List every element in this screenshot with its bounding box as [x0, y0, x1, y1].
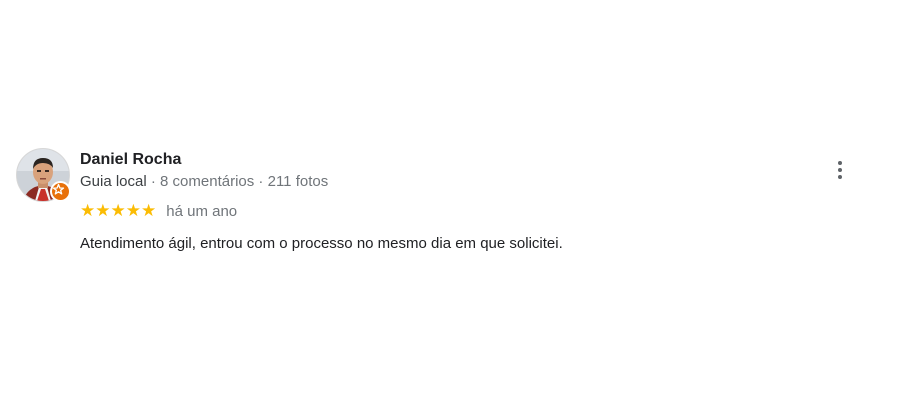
- review-text: Atendimento ágil, entrou com o processo …: [80, 235, 563, 252]
- author-meta[interactable]: Guia local · 8 comentários · 211 fotos: [80, 172, 328, 192]
- photos-count: 211 fotos: [267, 173, 329, 190]
- star-icon: ★: [95, 201, 111, 221]
- star-rating: ★★★★★: [80, 202, 156, 221]
- reviews-count: 8 comentários: [160, 173, 255, 190]
- local-guide-star-icon: [50, 181, 71, 202]
- meta-separator: ·: [254, 173, 268, 190]
- star-icon: ★: [80, 201, 96, 221]
- more-options-button[interactable]: [828, 158, 852, 182]
- star-icon: ★: [110, 201, 126, 221]
- meta-separator: ·: [146, 173, 161, 190]
- local-guide-label: Guia local: [80, 173, 147, 190]
- avatar[interactable]: [16, 148, 71, 202]
- review-card: Daniel Rocha Guia local · 8 comentários …: [16, 148, 876, 268]
- star-icon: ★: [141, 201, 157, 221]
- rating-row: ★★★★★ há um ano: [80, 202, 237, 222]
- author-name[interactable]: Daniel Rocha: [80, 150, 181, 170]
- star-icon: ★: [125, 201, 141, 221]
- review-time: há um ano: [166, 202, 238, 220]
